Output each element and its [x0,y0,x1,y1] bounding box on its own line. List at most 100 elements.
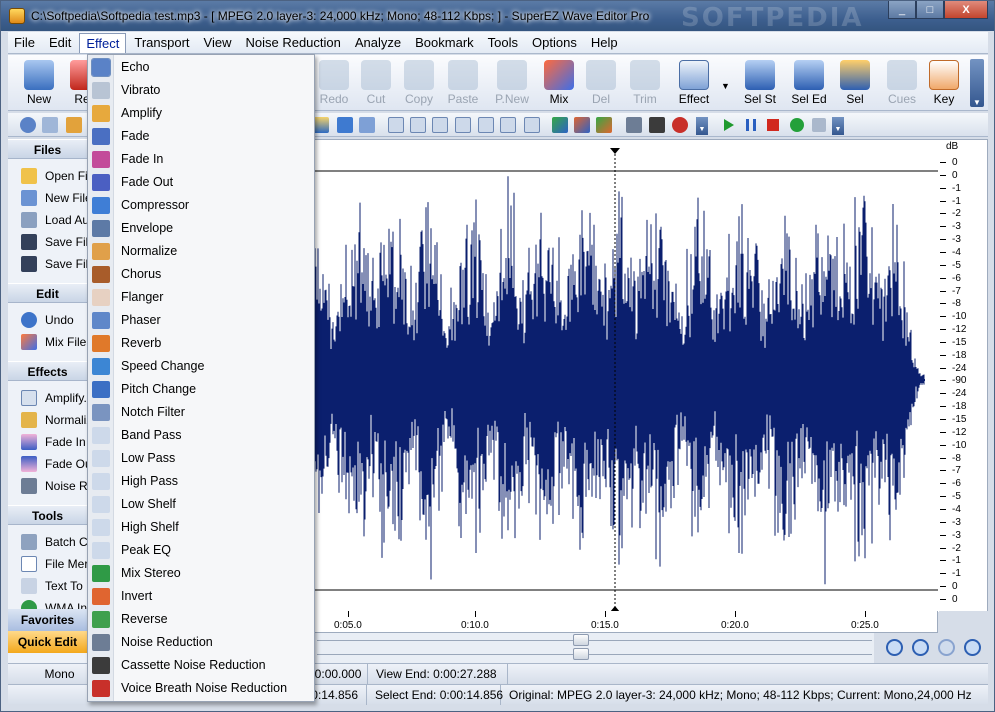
sidebar-item-fade-in[interactable]: Fade In [8,431,87,453]
effect-menu-item-reverse[interactable]: Reverse [88,608,314,631]
horizontal-zoom-slider[interactable] [573,634,589,646]
new-button[interactable]: New [16,57,62,109]
sidebar-item-wma[interactable]: WMA In [8,597,87,609]
mix-stereo-icon[interactable] [552,117,568,133]
quick-edit-tab[interactable]: Quick Edit [8,631,87,653]
effect-menu-item-high-shelf[interactable]: High Shelf [88,516,314,539]
band-pass-icon[interactable] [388,117,404,133]
sidebar-section-files[interactable]: Files [8,139,87,159]
effect-menu-item-normalize[interactable]: Normalize [88,240,314,263]
paste-new-button[interactable]: P.New [489,57,535,109]
sidebar-item-load-audio[interactable]: Load Au [8,209,87,231]
select-end-button[interactable]: Sel Ed [786,57,832,109]
effect-menu-item-invert[interactable]: Invert [88,585,314,608]
sidebar-item-save-file[interactable]: Save File [8,231,87,253]
effect-menu-item-flanger[interactable]: Flanger [88,286,314,309]
effect-menu-item-chorus[interactable]: Chorus [88,263,314,286]
sidebar-section-tools[interactable]: Tools [8,505,87,525]
high-pass-icon[interactable] [432,117,448,133]
effect-menu-item-echo[interactable]: Echo [88,56,314,79]
effect-menu-item-fade[interactable]: Fade [88,125,314,148]
effect-menu-item-high-pass[interactable]: High Pass [88,470,314,493]
pause-icon[interactable] [746,119,756,131]
loop-icon[interactable] [812,118,826,132]
effect-menu-item-speed-change[interactable]: Speed Change [88,355,314,378]
horizontal-scroll-thumb[interactable] [573,648,589,660]
menu-bookmark[interactable]: Bookmark [409,33,480,53]
sidebar-item-save-file-as[interactable]: Save File [8,253,87,275]
key-button[interactable]: Key [921,57,967,109]
effect-menu-item-low-shelf[interactable]: Low Shelf [88,493,314,516]
amplify-icon[interactable] [66,117,82,133]
sidebar-section-edit[interactable]: Edit [8,283,87,303]
effect-menu-item-phaser[interactable]: Phaser [88,309,314,332]
effect-button[interactable]: Effect [671,57,717,109]
sidebar-item-normalize[interactable]: Normaliz [8,409,87,431]
menu-view[interactable]: View [198,33,238,53]
cut-button[interactable]: Cut [353,57,399,109]
notch-icon[interactable] [359,117,375,133]
high-shelf-icon[interactable] [478,117,494,133]
low-shelf-icon[interactable] [455,117,471,133]
delete-button[interactable]: Del [578,57,624,109]
volume-icon[interactable] [42,117,58,133]
select-button[interactable]: Sel [832,57,878,109]
effect-menu-item-fade-in[interactable]: Fade In [88,148,314,171]
effect-menu-item-voice-breath-noise-reduction[interactable]: Voice Breath Noise Reduction [88,677,314,700]
eq-icon[interactable] [524,117,540,133]
zoom-out-button[interactable] [907,635,933,659]
cues-button[interactable]: Cues [879,57,925,109]
menu-edit[interactable]: Edit [43,33,77,53]
redo-button[interactable]: Redo [311,57,357,109]
mix-button[interactable]: Mix [536,57,582,109]
sidebar-item-mix-file[interactable]: Mix File [8,331,87,353]
effect-menu-item-envelope[interactable]: Envelope [88,217,314,240]
low-pass-icon[interactable] [410,117,426,133]
cassette-icon[interactable] [649,117,665,133]
transport-overflow-chevron[interactable]: ▼ [832,117,844,135]
peak-eq-icon[interactable] [500,117,516,133]
effect-menu-item-notch-filter[interactable]: Notch Filter [88,401,314,424]
speed-icon[interactable] [313,117,329,133]
reverse-icon[interactable] [596,117,612,133]
effect-menu-item-noise-reduction[interactable]: Noise Reduction [88,631,314,654]
stop-icon[interactable] [767,119,779,131]
trim-button[interactable]: Trim [622,57,668,109]
toolbar-overflow-chevron[interactable]: ▼ [970,59,984,107]
select-start-button[interactable]: Sel St [737,57,783,109]
effect-menu-item-band-pass[interactable]: Band Pass [88,424,314,447]
play-icon[interactable] [724,119,734,131]
sidebar-item-new-file[interactable]: New File [8,187,87,209]
zoom-in-button[interactable] [881,635,907,659]
zoom-selection-button[interactable] [933,635,959,659]
effect-menu-item-mix-stereo[interactable]: Mix Stereo [88,562,314,585]
effect-menu-item-peak-eq[interactable]: Peak EQ [88,539,314,562]
effect-menu-item-amplify[interactable]: Amplify [88,102,314,125]
effect-menu-item-pitch-change[interactable]: Pitch Change [88,378,314,401]
effect-menu-item-low-pass[interactable]: Low Pass [88,447,314,470]
pitch-icon[interactable] [337,117,353,133]
close-button[interactable]: X [944,1,988,19]
menu-effect[interactable]: Effect [79,32,127,53]
voice-breath-icon[interactable] [672,117,688,133]
effect-menu-item-fade-out[interactable]: Fade Out [88,171,314,194]
copy-button[interactable]: Copy [396,57,442,109]
paste-button[interactable]: Paste [440,57,486,109]
menu-file[interactable]: File [8,33,41,53]
effect-menu-item-cassette-noise-reduction[interactable]: Cassette Noise Reduction [88,654,314,677]
sidebar-item-file-merge[interactable]: File Mer [8,553,87,575]
minimize-button[interactable]: _ [888,1,916,19]
sidebar-item-open-file[interactable]: Open Fi [8,165,87,187]
sidebar-item-text-to-speech[interactable]: Text To [8,575,87,597]
menu-analyze[interactable]: Analyze [349,33,407,53]
zoom-full-button[interactable] [959,635,985,659]
menu-help[interactable]: Help [585,33,624,53]
play-from-start-icon[interactable] [790,118,804,132]
sidebar-item-noise-reduction[interactable]: Noise R [8,475,87,497]
effect-dropdown-arrow[interactable]: ▼ [721,81,730,91]
favorites-tab[interactable]: Favorites [8,609,87,631]
menu-transport[interactable]: Transport [128,33,195,53]
sidebar-item-fade-out[interactable]: Fade Ou [8,453,87,475]
effect-menu-item-reverb[interactable]: Reverb [88,332,314,355]
gear-icon[interactable] [20,117,36,133]
